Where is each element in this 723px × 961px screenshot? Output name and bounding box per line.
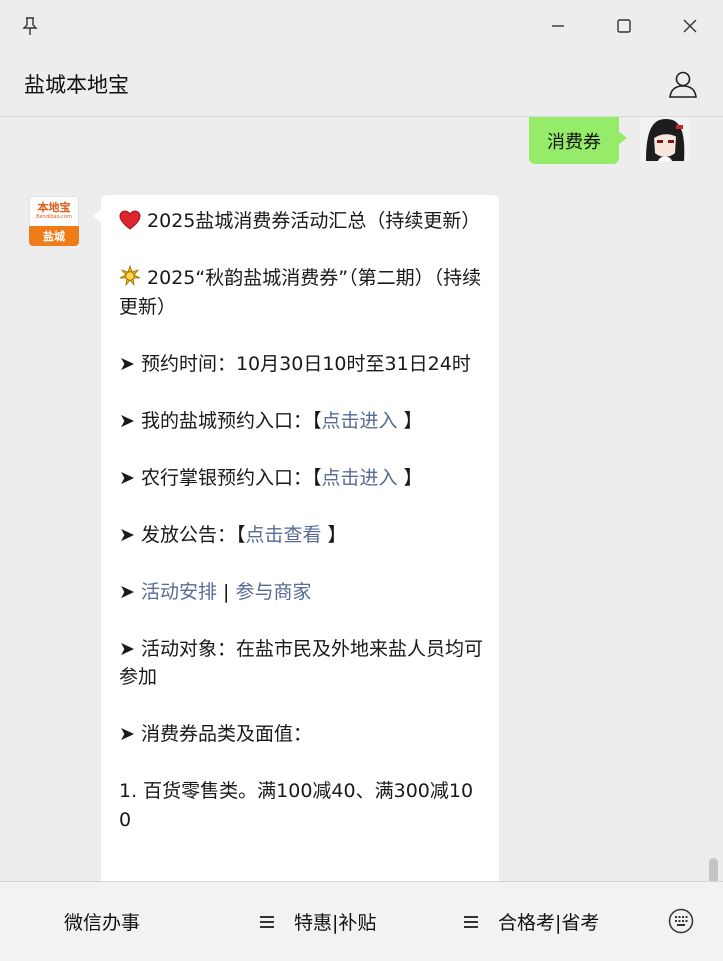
- mine-entry-suffix: 】: [397, 409, 423, 432]
- sent-message-text: 消费券: [547, 131, 601, 153]
- menu-item-exams[interactable]: 合格考|省考: [464, 882, 599, 961]
- menu-item-label: 特惠|补贴: [294, 912, 377, 934]
- chat-header: 盐城本地宝: [0, 52, 723, 117]
- reply-line-summary: 2025盐城消费券活动汇总（持续更新）: [119, 207, 483, 236]
- chat-title: 盐城本地宝: [24, 73, 129, 97]
- minimize-icon: [552, 25, 564, 27]
- menu-item-label: 微信办事: [64, 912, 141, 934]
- maximize-button[interactable]: [591, 0, 657, 52]
- summary-text: 2025盐城消费券活动汇总（持续更新）: [147, 210, 481, 232]
- chat-area[interactable]: 消费券 本地宝 Bendibao.com 盐城 2025盐城消费券活动汇总（持续…: [0, 117, 723, 881]
- bot-avatar-city: 盐城: [29, 226, 79, 246]
- close-icon: [683, 19, 697, 33]
- my-avatar[interactable]: [640, 117, 690, 161]
- reply-line-abc-entry: ➤ 农行掌银预约入口：【点击进入 】: [119, 464, 483, 493]
- menu-list-icon: [464, 913, 478, 931]
- mine-entry-label: ➤ 我的盐城预约入口：【: [119, 409, 322, 432]
- reply-line-campaign: 2025“秋韵盐城消费券”（第二期）（持续更新）: [119, 264, 483, 321]
- bot-avatar-domain: Bendibao.com: [36, 214, 72, 220]
- chat-scrollbar[interactable]: [709, 858, 718, 881]
- reply-message-bubble[interactable]: 2025盐城消费券活动汇总（持续更新） 2025“秋韵盐城消费券”（第二期）（持…: [93, 195, 499, 881]
- reply-line-time: ➤ 预约时间：10月30日10时至31日24时: [119, 352, 471, 375]
- user-profile-icon[interactable]: [667, 68, 699, 100]
- arrangement-link[interactable]: 活动安排: [141, 581, 217, 603]
- abc-entry-link[interactable]: 点击进入: [321, 467, 397, 489]
- reply-line-mine-entry: ➤ 我的盐城预约入口：【点击进入 】: [119, 407, 483, 436]
- reply-line-category: ➤ 消费券品类及面值：: [119, 723, 312, 745]
- notice-link[interactable]: 点击查看: [245, 524, 321, 546]
- reply-line-target: ➤ 活动对象：在盐市民及外地来盐人员均可参加: [119, 637, 483, 689]
- mine-entry-link[interactable]: 点击进入: [321, 410, 397, 432]
- close-button[interactable]: [657, 0, 723, 52]
- keyboard-icon[interactable]: [668, 908, 694, 934]
- bottom-menu: 微信办事 特惠|补贴 合格考|省考: [0, 881, 723, 961]
- link-separator: |: [216, 580, 236, 603]
- menu-item-wechat-services[interactable]: 微信办事: [64, 882, 140, 961]
- window-titlebar: [0, 0, 723, 52]
- abc-entry-label: ➤ 农行掌银预约入口：【: [119, 466, 322, 489]
- notice-suffix: 】: [321, 523, 347, 546]
- abc-entry-suffix: 】: [397, 466, 423, 489]
- bot-avatar-brand: 本地宝: [37, 201, 71, 214]
- bot-avatar-logo: 本地宝 Bendibao.com: [29, 196, 79, 226]
- notice-label: ➤ 发放公告：【: [119, 523, 246, 546]
- minimize-button[interactable]: [525, 0, 591, 52]
- merchants-link[interactable]: 参与商家: [235, 581, 311, 603]
- pin-icon[interactable]: [20, 16, 40, 36]
- campaign-text: 2025“秋韵盐城消费券”（第二期）（持续更新）: [119, 267, 482, 318]
- menu-list-icon: [260, 913, 274, 931]
- menu-item-deals[interactable]: 特惠|补贴: [260, 882, 376, 961]
- heart-icon: [119, 210, 141, 230]
- reply-line-item1: 1. 百货零售类。满100减40、满300减100: [119, 780, 474, 831]
- reply-line-arrangement: ➤ 活动安排 | 参与商家: [119, 578, 483, 607]
- menu-item-label: 合格考|省考: [498, 912, 600, 934]
- arrangement-prefix: ➤: [119, 580, 141, 603]
- sent-message-bubble[interactable]: 消费券: [529, 117, 627, 164]
- bot-avatar[interactable]: 本地宝 Bendibao.com 盐城: [29, 196, 79, 246]
- sun-icon: [119, 265, 141, 287]
- reply-line-notice: ➤ 发放公告：【点击查看 】: [119, 521, 483, 550]
- maximize-icon: [617, 19, 631, 33]
- anime-avatar-image: [640, 117, 690, 161]
